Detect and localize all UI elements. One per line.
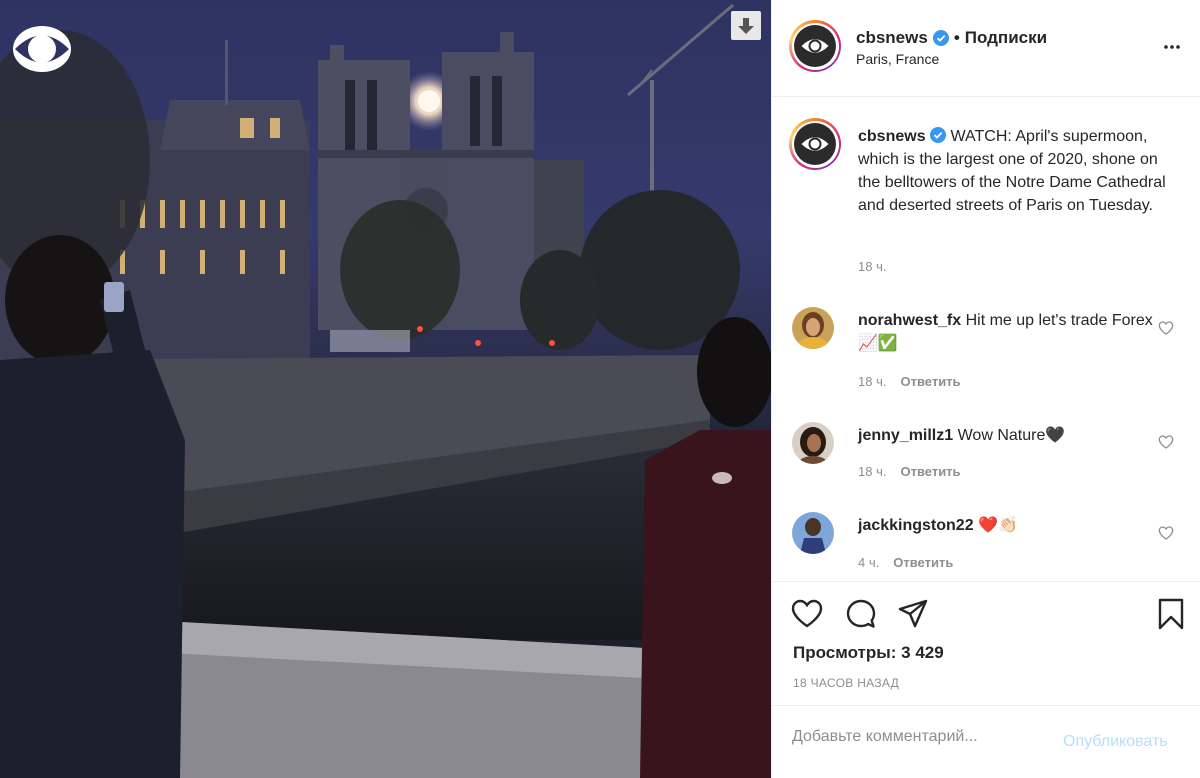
commenter-avatar[interactable] [792, 512, 834, 554]
post-header: cbsnews • Подписки Paris, France [772, 0, 1200, 97]
caption-author-avatar[interactable] [789, 118, 841, 170]
video-frame [0, 3, 771, 778]
comment-meta: 4 ч. Ответить [858, 555, 953, 570]
post-video[interactable] [0, 0, 771, 778]
cbs-eye-logo [801, 137, 829, 151]
comment-text: ❤️👏🏻 [978, 517, 1018, 534]
reply-button[interactable]: Ответить [900, 374, 960, 389]
post-comment-button[interactable]: Опубликовать [1063, 733, 1168, 751]
comment-username[interactable]: jenny_millz1 [858, 427, 953, 444]
post-side-panel: cbsnews • Подписки Paris, France cbsnews… [771, 0, 1200, 778]
comment-input[interactable] [792, 728, 1052, 746]
reply-button[interactable]: Ответить [893, 555, 953, 570]
commenter-avatar[interactable] [792, 307, 834, 349]
author-avatar[interactable] [789, 20, 841, 72]
post-actions: Просмотры: 3 429 18 ЧАСОВ НАЗАД [772, 581, 1200, 701]
comment-body: norahwest_fx Hit me up let's trade Forex… [858, 309, 1158, 355]
comment-like-heart-icon[interactable] [1158, 525, 1174, 541]
following-button[interactable]: Подписки [965, 28, 1047, 48]
arrow-down-icon [738, 17, 754, 34]
comment-like-heart-icon[interactable] [1158, 320, 1174, 336]
verified-badge-icon [932, 30, 949, 46]
download-button[interactable] [731, 11, 761, 40]
comment-text: Wow Nature🖤 [957, 427, 1066, 444]
caption-username[interactable]: cbsnews [858, 128, 926, 145]
comment-time[interactable]: 18 ч. [858, 464, 886, 479]
comment-like-heart-icon[interactable] [1158, 434, 1174, 450]
post-caption: cbsnews WATCH: April's supermoon, which … [858, 125, 1178, 217]
commenter-avatar[interactable] [792, 422, 834, 464]
post-location[interactable]: Paris, France [856, 51, 939, 67]
verified-badge-icon [930, 127, 947, 143]
comment-bubble-icon[interactable] [845, 598, 877, 630]
share-direct-icon[interactable] [897, 598, 929, 630]
cbs-eye-logo [13, 26, 71, 72]
header-separator: • [953, 28, 960, 47]
comment-time[interactable]: 4 ч. [858, 555, 879, 570]
reply-button[interactable]: Ответить [900, 464, 960, 479]
add-comment-form: Опубликовать [772, 705, 1200, 778]
more-options-icon[interactable] [1163, 38, 1181, 56]
author-username[interactable]: cbsnews [856, 28, 928, 48]
comment-body: jackkingston22 ❤️👏🏻 [858, 514, 1158, 537]
caption-time[interactable]: 18 ч. [858, 259, 886, 274]
views-count[interactable]: Просмотры: 3 429 [793, 643, 944, 663]
save-bookmark-icon[interactable] [1155, 598, 1187, 630]
post-timestamp[interactable]: 18 ЧАСОВ НАЗАД [793, 676, 899, 690]
comment-username[interactable]: jackkingston22 [858, 517, 974, 534]
comment-time[interactable]: 18 ч. [858, 374, 886, 389]
comment-meta: 18 ч. Ответить [858, 464, 961, 479]
comment-meta: 18 ч. Ответить [858, 374, 961, 389]
cbs-eye-logo [801, 39, 829, 53]
comment-username[interactable]: norahwest_fx [858, 312, 961, 329]
like-heart-icon[interactable] [791, 598, 823, 630]
comment-body: jenny_millz1 Wow Nature🖤 [858, 424, 1158, 447]
author-line: cbsnews • Подписки [856, 28, 1047, 48]
